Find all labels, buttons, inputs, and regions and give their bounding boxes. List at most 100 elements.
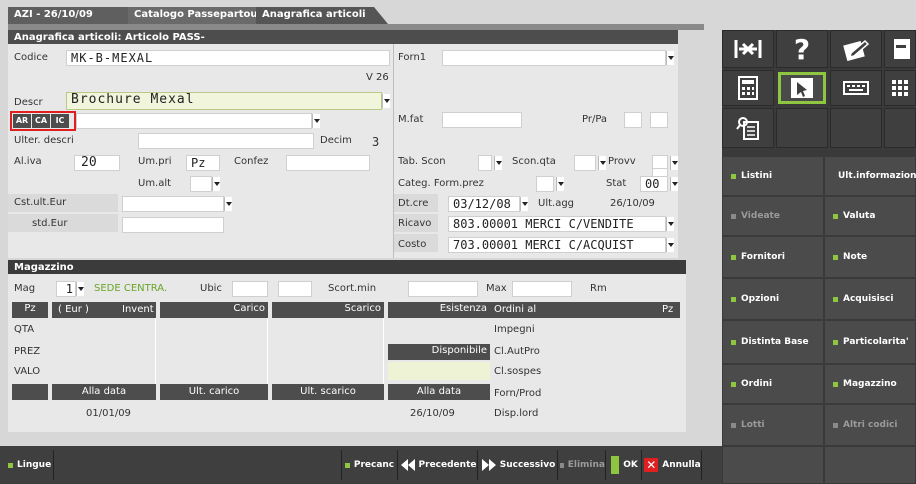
app-window: AZI - 26/10/09 Catalogo Passepartout sa.… [0,0,916,484]
acquisisci-icon [833,296,838,302]
grid-col-invent [52,318,156,384]
note-button[interactable]: Note [824,236,916,278]
forn1-dropdown[interactable] [666,51,674,65]
costo-field[interactable]: 703.00001 MERCI C/ACQUIST [448,237,666,253]
umpri-field[interactable]: Pz [186,155,220,171]
ultinfo-button[interactable]: Ult.informazioni [824,156,916,196]
exit-icon[interactable] [722,30,774,68]
max-field[interactable] [512,281,572,297]
dtcre-field[interactable]: 03/12/08 [448,196,520,212]
mfat-field[interactable] [442,112,522,128]
ok-button[interactable]: OK [608,450,642,480]
ricavo-field[interactable]: 803.00001 MERCI C/VENDITE [448,216,666,232]
tab-end [374,7,388,24]
particolarita-button[interactable]: Particolarita' [824,320,916,364]
precanc-button[interactable]: Precanc [342,450,398,480]
keyboard-icon[interactable] [830,70,882,106]
ricavo-dropdown[interactable] [666,217,674,231]
magazzino-icon [833,381,838,387]
mag-dropdown[interactable] [76,282,84,296]
valuta-label: Valuta [843,211,876,221]
categ-dropdown[interactable] [556,177,564,191]
stat-dropdown[interactable] [670,177,678,191]
pr-field[interactable] [624,112,642,128]
umalt-field[interactable] [190,176,212,192]
confez-label: Confez [234,156,269,167]
ulter-label: Ulter. descri [14,135,74,146]
tab-anagrafica[interactable]: Anagrafica articoli [256,7,374,24]
max-label: Max [486,283,507,294]
grid-icon[interactable] [884,70,916,106]
col-invent: Invent [122,304,154,315]
tabscon-label: Tab. Scon [398,156,446,167]
rm-label: Rm [590,283,607,294]
descr-dropdown[interactable] [382,94,390,108]
valuta-button[interactable]: Valuta [824,196,916,236]
listini-button[interactable]: Listini [722,156,824,196]
document-icon[interactable] [884,30,916,68]
sconqta-field[interactable] [574,155,596,171]
clsospes-label: Cl.sospes [494,366,542,377]
stat-field[interactable]: 00 [640,176,668,192]
ultagg-label: Ult.agg [538,198,575,209]
ulter-field[interactable] [138,133,314,149]
distinta-label: Distinta Base [741,337,809,347]
precedente-button[interactable]: Precedente [400,450,478,480]
search-document-icon[interactable] [722,108,774,148]
tabscon-dropdown[interactable] [494,156,502,170]
descr-field[interactable]: Brochure Mexal [66,92,382,110]
distinta-button[interactable]: Distinta Base [722,320,824,364]
lang-ic-button[interactable]: IC [51,114,69,128]
alladata-label: Alla data [52,384,156,400]
displord-label: Disp.lord [494,408,539,419]
opzioni-button[interactable]: Opzioni [722,278,824,320]
codice-field[interactable]: MK-B-MEXAL [66,50,390,66]
umalt-dropdown[interactable] [212,177,220,191]
ordini-label: Ordini [741,379,773,389]
provv-dropdown[interactable] [670,156,678,170]
col-ordini: Ordini al [494,304,537,315]
umalt-label: Um.alt [138,178,172,189]
ordini-button[interactable]: Ordini [722,364,824,404]
aliva-field[interactable]: 20 [74,155,120,171]
descr2-field[interactable] [76,113,312,129]
fornitori-button[interactable]: Fornitori [722,236,824,278]
listini-label: Listini [741,171,773,181]
calculator-icon[interactable] [722,70,774,106]
lingue-button[interactable]: Lingue [4,450,54,480]
touch-icon[interactable] [778,72,826,104]
lang-ar-button[interactable]: AR [13,114,31,128]
magazzino-button[interactable]: Magazzino [824,364,916,404]
pa-field[interactable] [650,112,668,128]
help-icon[interactable]: ? [776,30,828,68]
lang-ca-button[interactable]: CA [32,114,50,128]
mag-field[interactable]: 1 [56,281,76,297]
decim-label: Decim [320,135,352,146]
categ-field[interactable] [536,176,554,192]
acquisisci-label: Acquisisci [843,294,894,304]
scortmin-field[interactable] [408,281,478,297]
ubic-field[interactable] [232,281,268,297]
edit-icon[interactable] [830,30,882,68]
costo-dropdown[interactable] [666,238,674,252]
ultinfo-label: Ult.informazioni [838,171,916,181]
acquisisci-button[interactable]: Acquisisci [824,278,916,320]
sconqta-dropdown[interactable] [598,156,606,170]
successivo-button[interactable]: Successivo [480,450,558,480]
blank-cell [12,384,48,400]
cst-field[interactable] [122,196,224,212]
confez-field[interactable] [286,155,370,171]
codice-label: Codice [14,52,48,63]
forn1-field[interactable] [442,50,666,66]
cst-dropdown[interactable] [224,197,232,211]
annulla-label: Annulla [662,460,701,470]
annulla-button[interactable]: ✕ Annulla [644,450,702,480]
std-field[interactable] [122,217,224,233]
dtcre-dropdown[interactable] [520,197,528,211]
provv-label: Provv [608,156,636,167]
descr2-dropdown[interactable] [312,114,320,128]
tabscon-field[interactable] [478,155,492,171]
ubic2-field[interactable] [278,281,312,297]
tab-catalogo[interactable]: Catalogo Passepartout sa. [128,7,282,24]
mfat-label: M.fat [398,114,424,125]
